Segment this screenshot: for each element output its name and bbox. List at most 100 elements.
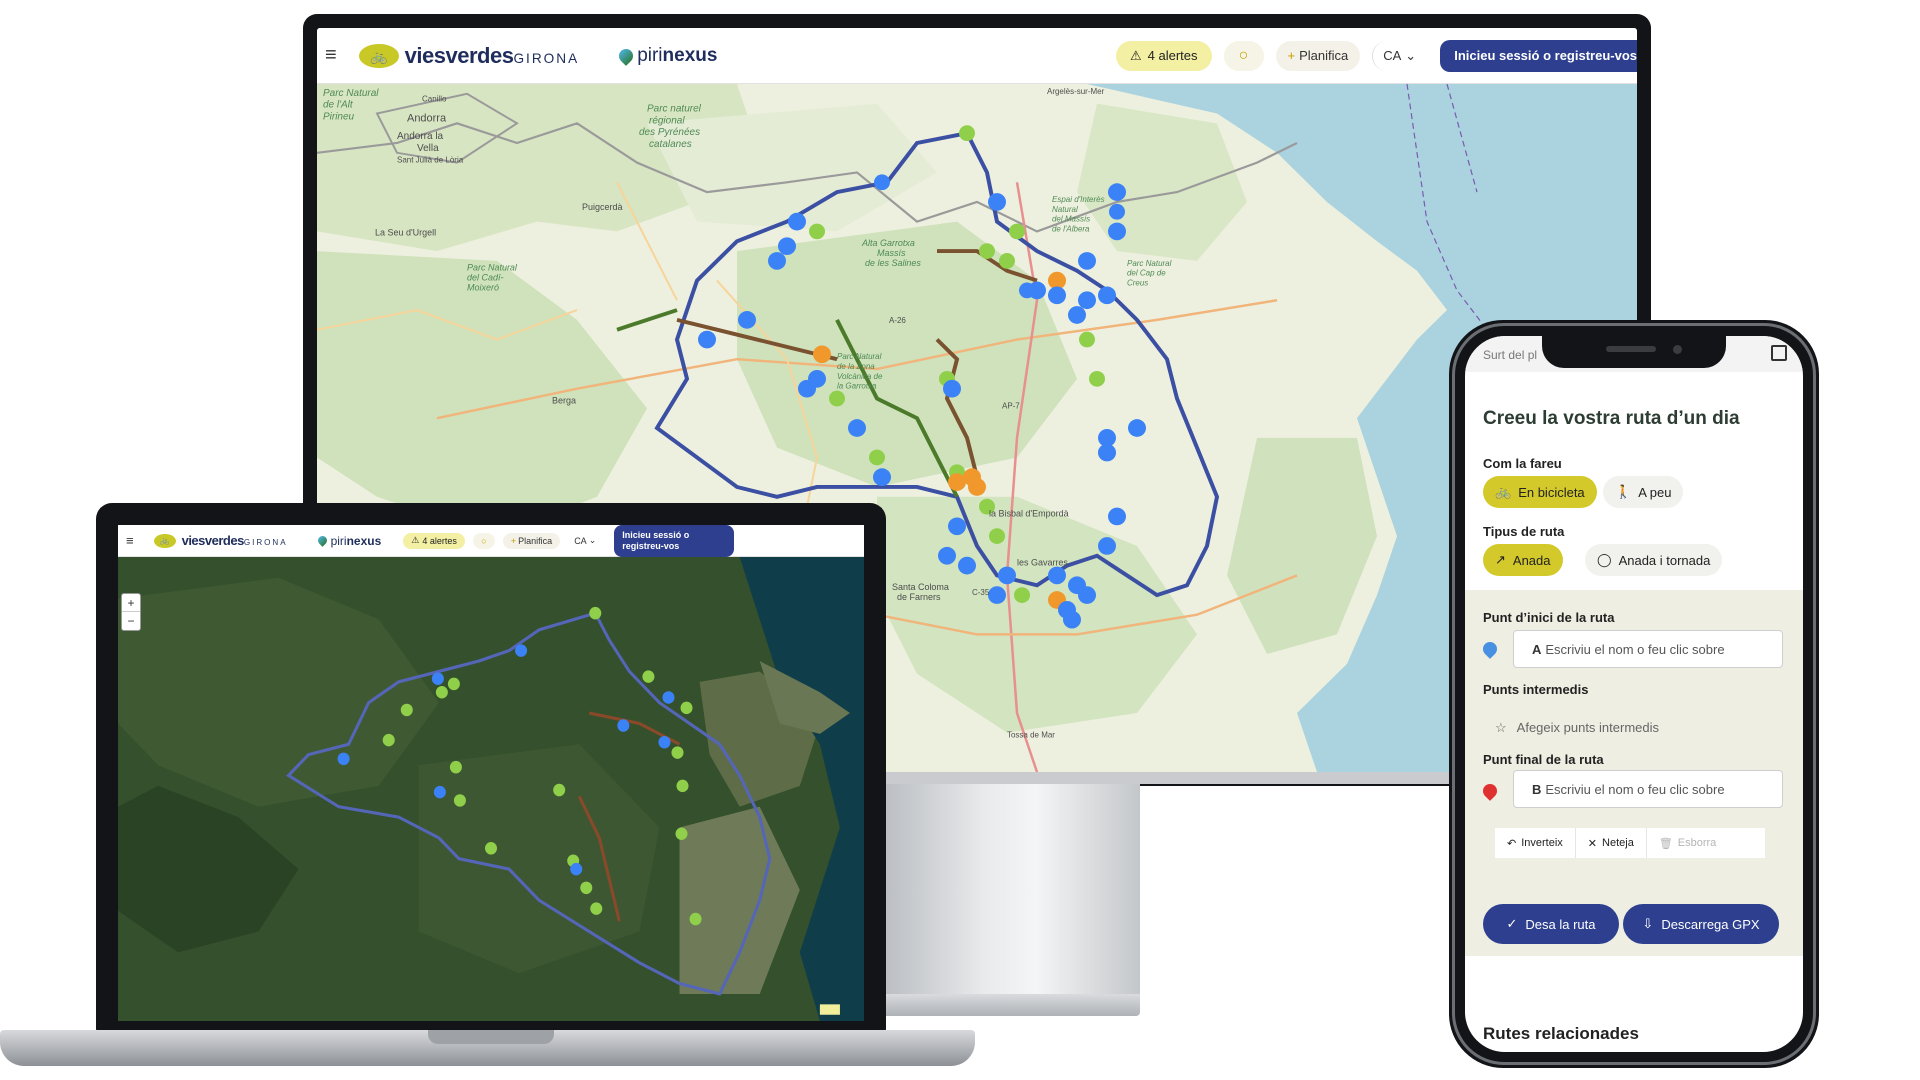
map-marker[interactable]: [1078, 586, 1096, 604]
satellite-map[interactable]: + −: [118, 557, 864, 1021]
map-marker[interactable]: [988, 193, 1006, 211]
map-marker[interactable]: [484, 842, 498, 855]
map-marker[interactable]: [1068, 306, 1086, 324]
map-marker[interactable]: [1019, 282, 1035, 299]
map-marker[interactable]: [778, 237, 796, 256]
map-marker[interactable]: [943, 379, 961, 398]
map-marker[interactable]: [617, 719, 630, 732]
save-route-button[interactable]: ✓ Desa la ruta: [1483, 904, 1619, 944]
language-select[interactable]: CA ⌄: [1372, 40, 1426, 71]
map-marker[interactable]: [1108, 183, 1126, 201]
map-marker[interactable]: [1079, 331, 1095, 348]
map-marker[interactable]: [869, 449, 885, 466]
alerts-button[interactable]: ⚠ 4 alertes: [403, 532, 465, 549]
map-marker[interactable]: [662, 691, 675, 704]
map-marker[interactable]: [676, 779, 689, 793]
invert-button[interactable]: ↶ Inverteix: [1495, 828, 1576, 858]
clear-button[interactable]: ✕ Neteja: [1575, 828, 1647, 858]
map-marker[interactable]: [798, 379, 816, 398]
map-marker[interactable]: [948, 517, 966, 536]
map-marker[interactable]: [453, 794, 466, 807]
map-marker[interactable]: [1098, 443, 1116, 462]
map-marker[interactable]: [698, 330, 716, 349]
plan-button[interactable]: + Planifica: [1275, 40, 1361, 71]
language-select[interactable]: CA ⌄: [568, 533, 602, 549]
map-marker[interactable]: [689, 912, 702, 926]
map-marker[interactable]: [829, 390, 845, 407]
delete-button[interactable]: 🗑 Esborra: [1646, 828, 1729, 858]
map-marker[interactable]: [999, 253, 1015, 269]
map-marker[interactable]: [738, 311, 756, 329]
map-marker[interactable]: [958, 556, 976, 575]
search-button[interactable]: ○: [1223, 40, 1264, 71]
plan-button[interactable]: + Planifica: [502, 532, 561, 549]
menu-icon[interactable]: ≡: [118, 533, 142, 548]
map-marker[interactable]: [1098, 286, 1116, 305]
map-marker[interactable]: [435, 686, 448, 699]
viesverdes-logo[interactable]: 🚲 viesverdesGIRONA: [153, 533, 288, 548]
map-marker[interactable]: [447, 677, 460, 691]
map-marker[interactable]: [680, 701, 693, 715]
map-marker[interactable]: [570, 862, 583, 876]
map-marker[interactable]: [515, 644, 528, 657]
map-marker[interactable]: [874, 174, 890, 191]
map-marker[interactable]: [675, 827, 688, 840]
mode-walk-chip[interactable]: 🚶 A peu: [1603, 476, 1684, 508]
map-marker[interactable]: [1014, 587, 1030, 603]
map-marker[interactable]: [1089, 370, 1105, 387]
map-marker[interactable]: [1048, 286, 1066, 305]
map-marker[interactable]: [671, 746, 684, 759]
map-marker[interactable]: [590, 902, 603, 915]
map-marker[interactable]: [433, 785, 446, 799]
map-marker[interactable]: [337, 752, 350, 766]
viesverdes-logo[interactable]: 🚲 viesverdesGIRONA: [358, 43, 580, 69]
type-oneway-chip[interactable]: ↗ Anada: [1483, 544, 1563, 576]
zoom-in-button[interactable]: +: [122, 594, 140, 612]
panel-toggle-icon[interactable]: [1771, 345, 1787, 361]
map-marker[interactable]: [809, 223, 825, 240]
zoom-control[interactable]: + −: [121, 593, 141, 631]
satellite-canvas[interactable]: [118, 557, 864, 1021]
map-marker[interactable]: [788, 212, 806, 231]
map-marker[interactable]: [768, 252, 786, 270]
map-marker[interactable]: [1098, 537, 1116, 555]
map-marker[interactable]: [979, 243, 995, 259]
map-marker[interactable]: [1078, 252, 1096, 270]
map-marker[interactable]: [1108, 507, 1126, 526]
map-marker[interactable]: [988, 586, 1006, 604]
start-input[interactable]: A Escriviu el nom o feu clic sobre: [1513, 630, 1783, 668]
map-marker[interactable]: [989, 528, 1005, 544]
map-marker[interactable]: [580, 881, 593, 895]
map-marker[interactable]: [1108, 222, 1126, 241]
map-marker[interactable]: [658, 735, 671, 749]
map-marker[interactable]: [968, 478, 986, 496]
map-marker[interactable]: [1078, 291, 1096, 310]
search-button[interactable]: ○: [472, 532, 495, 549]
map-marker[interactable]: [813, 345, 831, 364]
map-marker[interactable]: [1128, 419, 1146, 437]
map-marker[interactable]: [400, 703, 413, 717]
login-button[interactable]: Inicieu sessió o registreu-vos: [614, 525, 735, 557]
map-marker[interactable]: [848, 419, 866, 437]
add-waypoint-button[interactable]: ☆ Afegeix punts intermedis: [1495, 720, 1659, 736]
map-marker[interactable]: [382, 733, 395, 747]
map-marker[interactable]: [1109, 203, 1125, 220]
mode-bike-chip[interactable]: 🚲 En bicicleta: [1483, 476, 1597, 508]
map-marker[interactable]: [1009, 223, 1025, 240]
end-input[interactable]: B Escriviu el nom o feu clic sobre: [1513, 770, 1783, 808]
pirinexus-logo[interactable]: pirinexus: [315, 534, 381, 548]
zoom-out-button[interactable]: −: [122, 612, 140, 630]
map-marker[interactable]: [959, 125, 975, 142]
login-button[interactable]: Inicieu sessió o registreu-vos: [1440, 39, 1637, 72]
alerts-button[interactable]: ⚠ 4 alertes: [1115, 40, 1212, 71]
map-marker[interactable]: [998, 566, 1016, 585]
map-marker[interactable]: [553, 783, 566, 797]
map-marker[interactable]: [1048, 566, 1066, 585]
map-marker[interactable]: [1063, 610, 1081, 629]
map-marker[interactable]: [873, 468, 891, 486]
map-marker[interactable]: [938, 546, 956, 565]
map-marker[interactable]: [449, 760, 462, 774]
pirinexus-logo[interactable]: pirinexus: [616, 45, 717, 67]
download-gpx-button[interactable]: ⇩ Descarrega GPX: [1623, 904, 1779, 944]
map-marker[interactable]: [642, 670, 655, 683]
